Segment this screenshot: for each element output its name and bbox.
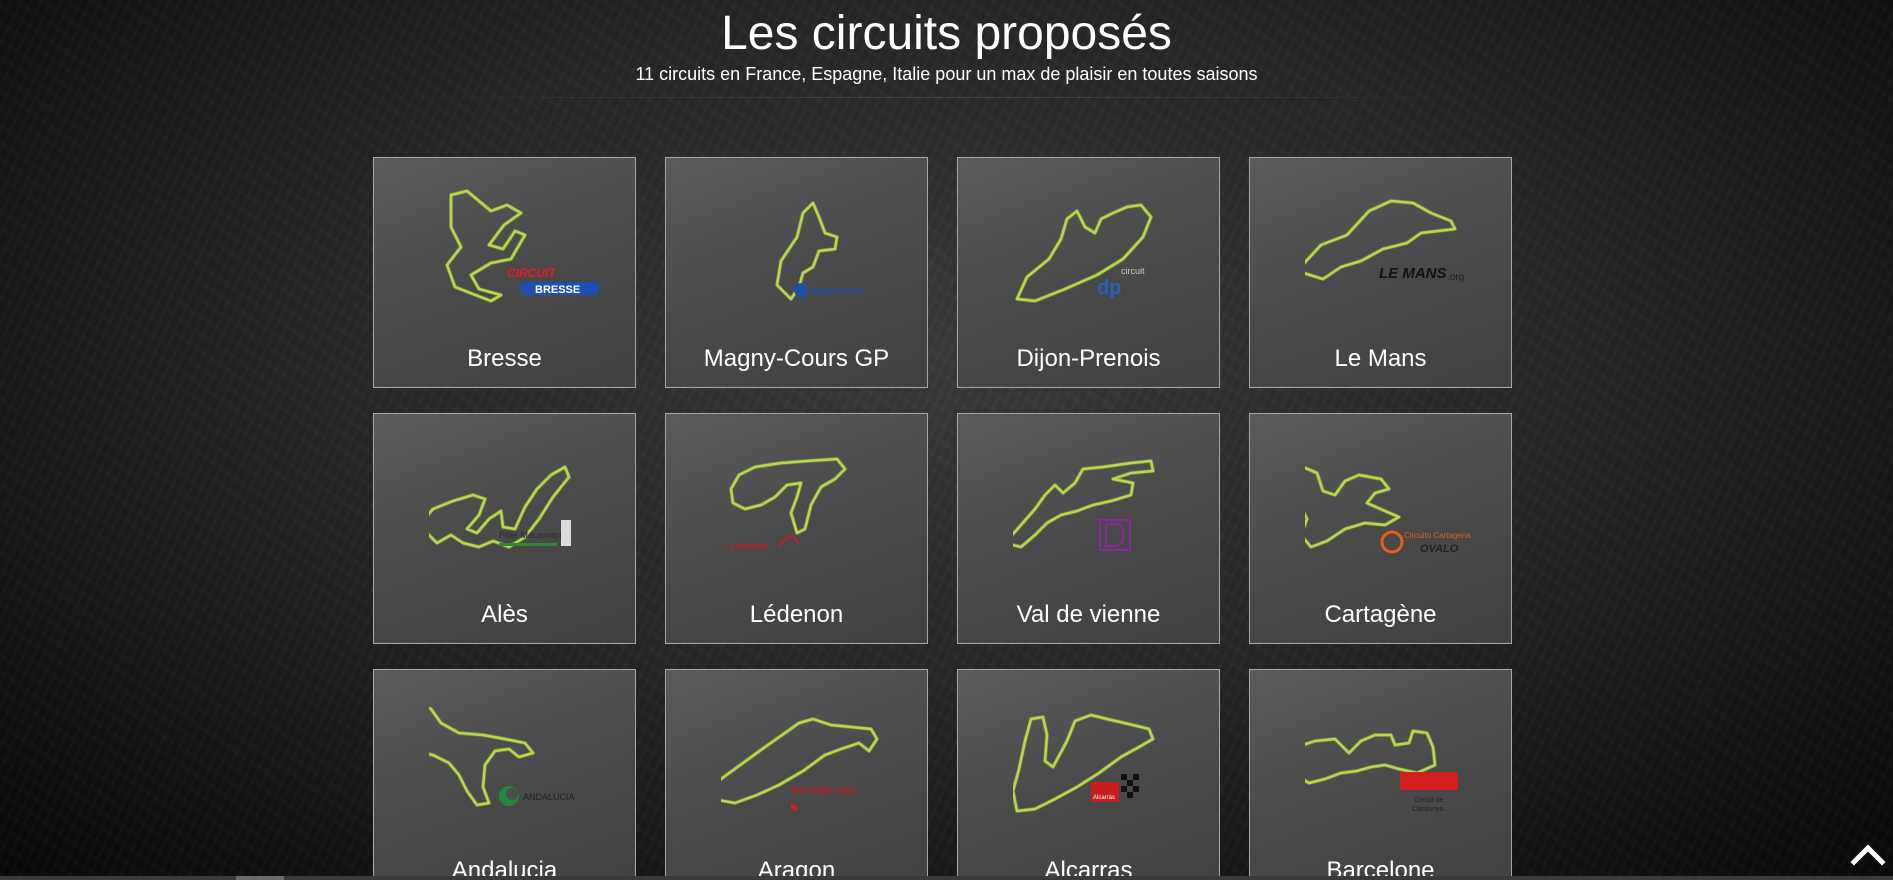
circuit-card-magny-cours-gp[interactable]: MagnyCours Magny-Cours GP: [665, 157, 928, 388]
le-mans-logo: LE MANS .org: [1379, 265, 1464, 283]
dijon-prenois-logo: circuit dp: [1097, 266, 1145, 299]
circuit-card-val-de-vienne[interactable]: Val de vienne: [957, 413, 1220, 644]
page-subtitle: 11 circuits en France, Espagne, Italie p…: [635, 64, 1258, 84]
svg-text:.org: .org: [1447, 272, 1464, 283]
ledenon-logo: Lédenon: [730, 535, 799, 551]
circuit-card-bresse[interactable]: CIRCUIT BRESSE Bresse: [373, 157, 636, 388]
circuit-card-ledenon[interactable]: Lédenon Lédenon: [665, 413, 928, 644]
scroll-to-top-button[interactable]: [1848, 840, 1888, 870]
horizontal-scrollbar[interactable]: [0, 876, 1893, 880]
svg-text:MOTORLAND: MOTORLAND: [791, 786, 856, 797]
svg-text:Lédenon: Lédenon: [730, 541, 768, 551]
alcarras-logo: Alcarràs: [1091, 774, 1139, 802]
circuit-name: Le Mans: [1334, 345, 1427, 372]
svg-text:Catalunya: Catalunya: [1412, 806, 1444, 813]
magny-cours-logo: MagnyCours: [794, 283, 866, 297]
scrollbar-thumb[interactable]: [236, 876, 284, 880]
circuit-card-aragon[interactable]: MOTORLAND Aragon: [665, 669, 928, 880]
circuit-name: Cartagène: [1324, 601, 1437, 628]
andalucia-logo: ANDALUCIA: [499, 786, 575, 806]
section-header: Les circuits proposés 11 circuits en Fra…: [0, 0, 1893, 86]
circuit-card-cartagene[interactable]: Circuito Cartagena OVALO Cartagène: [1249, 413, 1512, 644]
chevron-up-icon: [1850, 844, 1886, 866]
svg-text:Circuit de: Circuit de: [1414, 797, 1444, 804]
motorland-logo: MOTORLAND: [791, 786, 856, 812]
circuito-cartagena-logo: Circuito Cartagena OVALO: [1380, 530, 1471, 555]
circuit-name: Alès: [481, 601, 528, 628]
circuit-name: Val de vienne: [1016, 601, 1161, 628]
circuit-card-ales[interactable]: Pôle Mécanique Alès: [373, 413, 636, 644]
circuit-card-barcelone[interactable]: Circuit de Catalunya Barcelone: [1249, 669, 1512, 880]
val-de-vienne-logo: [1099, 519, 1131, 551]
circuit-card-andalucia[interactable]: ANDALUCIA Andalucia: [373, 669, 636, 880]
circuit-card-dijon-prenois[interactable]: circuit dp Dijon-Prenois: [957, 157, 1220, 388]
svg-text:ANDALUCIA: ANDALUCIA: [523, 792, 575, 802]
page-title: Les circuits proposés: [721, 7, 1172, 60]
circuit-name: Lédenon: [749, 601, 844, 628]
circuit-grid: CIRCUIT BRESSE Bresse MagnyCours Magny-C…: [373, 157, 1513, 880]
circuit-name: Magny-Cours GP: [703, 345, 890, 372]
svg-text:circuit: circuit: [1121, 266, 1145, 276]
svg-text:Pôle Mécanique: Pôle Mécanique: [499, 530, 567, 540]
circuit-card-alcarras[interactable]: Alcarràs Alcarras: [957, 669, 1220, 880]
svg-text:dp: dp: [1097, 277, 1121, 299]
svg-text:Alcarràs: Alcarràs: [1093, 795, 1115, 801]
circuit-name: Dijon-Prenois: [1016, 345, 1161, 372]
svg-text:BRESSE: BRESSE: [535, 284, 580, 296]
svg-text:MagnyCours: MagnyCours: [811, 286, 866, 296]
svg-text:OVALO: OVALO: [1420, 543, 1459, 555]
pole-mecanique-ales-logo: Pôle Mécanique: [499, 520, 571, 546]
svg-text:Circuito Cartagena: Circuito Cartagena: [1404, 531, 1471, 540]
circuit-de-catalunya-logo: Circuit de Catalunya: [1400, 772, 1458, 813]
circuit-card-le-mans[interactable]: LE MANS .org Le Mans: [1249, 157, 1512, 388]
svg-text:CIRCUIT: CIRCUIT: [507, 266, 557, 280]
svg-text:LE MANS: LE MANS: [1379, 265, 1447, 282]
circuit-de-bresse-logo: CIRCUIT BRESSE: [507, 266, 599, 296]
circuit-name: Bresse: [467, 345, 542, 372]
header-divider: [360, 97, 1533, 98]
